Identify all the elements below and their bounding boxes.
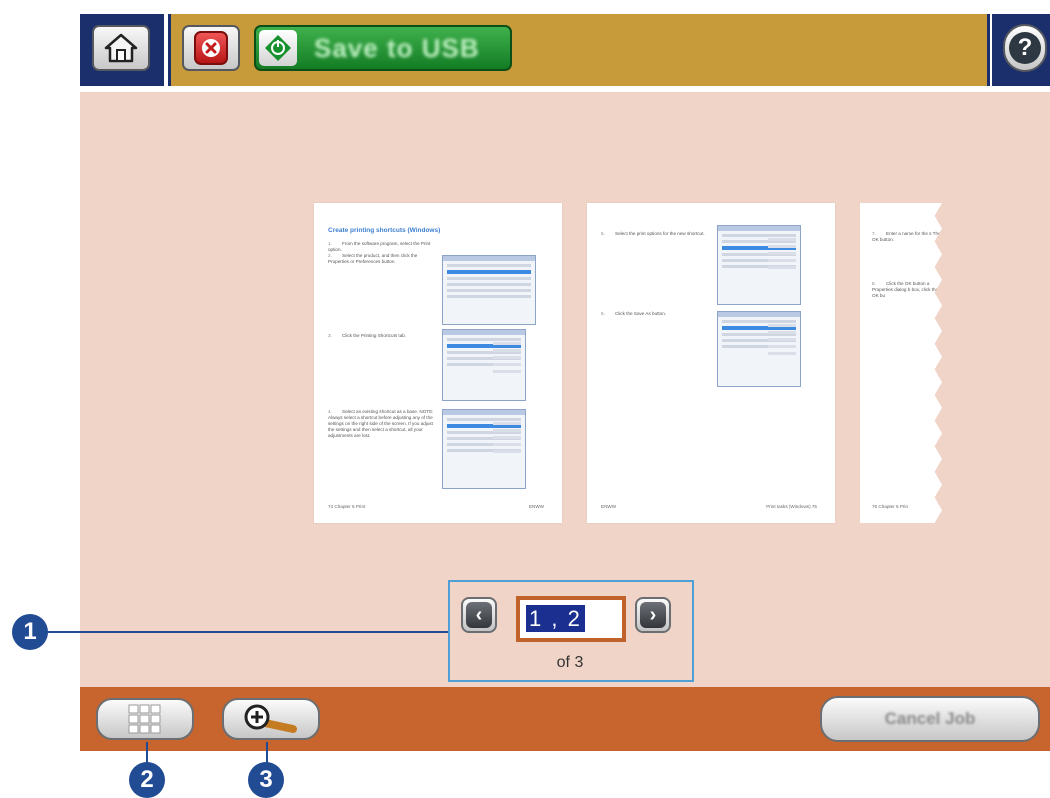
page-number-input[interactable]: 1 , 2: [516, 596, 626, 642]
page-footer-left: 76 Chapter 5 Prin: [872, 504, 909, 509]
page-thumbnail-2[interactable]: 5. Select the print options for the new s…: [587, 203, 835, 523]
screenshot-print-dialog: [442, 255, 536, 325]
page-footer-right: Print tasks (Windows) 75: [766, 504, 817, 509]
home-icon: [104, 33, 138, 63]
callout-1: 1: [12, 614, 48, 650]
chevron-left-icon: ‹: [466, 602, 492, 628]
save-to-usb-button[interactable]: Save to USB: [254, 25, 512, 71]
zoom-in-icon: [244, 704, 297, 733]
page-thumbnail-1[interactable]: Create printing shortcuts (Windows) 1. Fr…: [314, 203, 562, 523]
previous-page-button[interactable]: ‹: [461, 597, 497, 633]
screenshot-print-options: [717, 225, 801, 305]
callout-line-1: [46, 631, 448, 633]
screenshot-shortcuts-tab: [442, 329, 526, 401]
chevron-right-icon: ›: [640, 602, 666, 628]
cancel-job-button[interactable]: Cancel Job: [820, 696, 1040, 742]
page-step: 7. Enter a name for the s The OK button.: [872, 231, 941, 242]
zoom-button[interactable]: [222, 698, 320, 740]
page-step: 6. Click the Save As button.: [601, 311, 667, 316]
callout-line-3: [266, 742, 268, 764]
screenshot-shortcut-list: [442, 409, 526, 489]
help-button[interactable]: ?: [1003, 24, 1047, 72]
page-step: 4. Select an existing shortcut as a base.…: [328, 409, 434, 438]
help-icon: ?: [1009, 32, 1041, 64]
callout-line-2: [146, 742, 148, 764]
next-page-button[interactable]: ›: [635, 597, 671, 633]
page-thumbnail-3[interactable]: 7. Enter a name for the s The OK button. …: [860, 203, 942, 523]
page-footer-right: ENWW: [528, 504, 544, 509]
cancel-job-label: Cancel Job: [884, 709, 976, 728]
page-title: Create printing shortcuts (Windows): [328, 227, 441, 234]
page-step: 3. Click the Printing Shortcuts tab.: [328, 333, 407, 338]
page-step: 2. Select the product, and then click the…: [328, 253, 418, 264]
stop-button[interactable]: [182, 25, 240, 71]
page-footer-left: 74 Chapter 5 Print: [328, 504, 366, 509]
page-step: 8. Click the OK button a Properties dialo…: [872, 281, 939, 298]
callout-3: 3: [248, 762, 284, 798]
page-step: 1. From the software program, select the …: [328, 241, 431, 252]
page-count-label: of 3: [556, 654, 584, 671]
page-footer-left: ENWW: [601, 504, 617, 509]
page-grid-button[interactable]: [96, 698, 194, 740]
home-button[interactable]: [92, 25, 150, 71]
start-icon: [259, 30, 297, 66]
page-step: 5. Select the print options for the new s…: [601, 231, 705, 236]
screenshot-save-as: [717, 311, 801, 387]
callout-2: 2: [129, 762, 165, 798]
grid-icon: [128, 704, 161, 734]
page-number-value: 1 , 2: [526, 605, 585, 632]
stop-icon: [194, 31, 228, 65]
save-to-usb-label: Save to USB: [314, 33, 480, 63]
